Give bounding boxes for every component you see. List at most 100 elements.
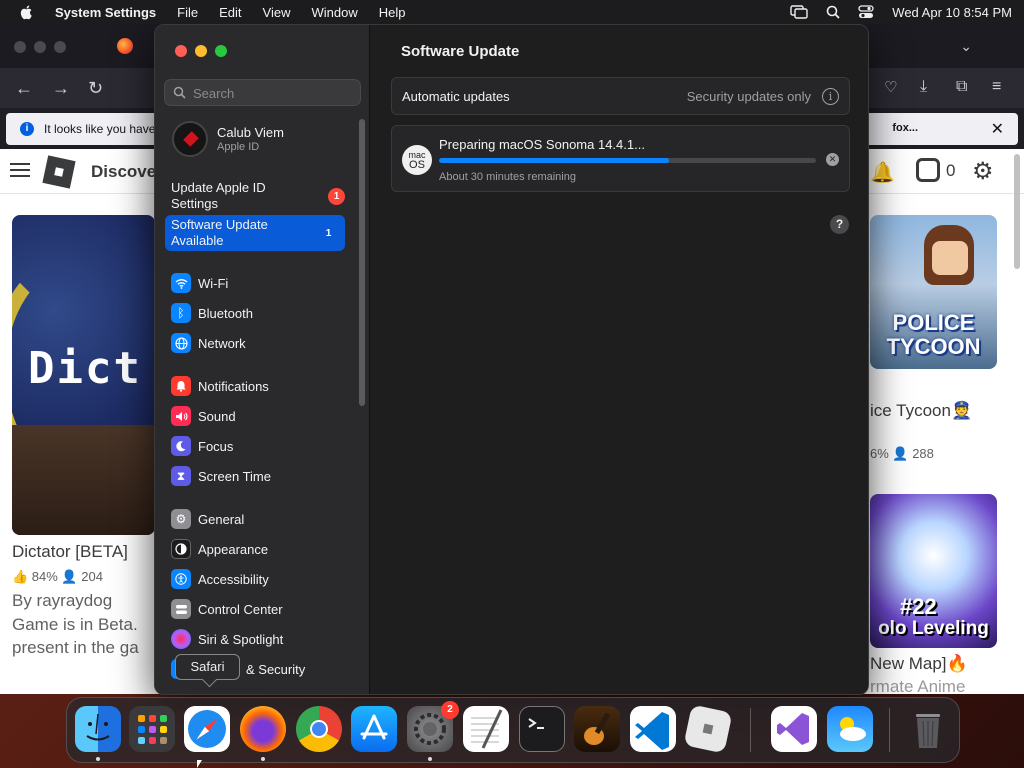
game-thumbnail-solo[interactable]: #22 olo Leveling <box>870 494 997 648</box>
sidebar-item-notifications[interactable]: Notifications <box>171 374 361 398</box>
menu-edit[interactable]: Edit <box>219 5 241 20</box>
apple-menu-icon[interactable] <box>19 4 35 20</box>
dock-tooltip: Safari <box>175 654 240 680</box>
extensions-icon[interactable]: ⧉ <box>956 78 967 96</box>
dock: 2 <box>66 697 960 763</box>
sidebar-item-general[interactable]: ⚙ General <box>171 507 361 531</box>
thumbnail-text: Dict <box>28 343 142 394</box>
sidebar-item-label: Bluetooth <box>198 305 253 321</box>
game-title[interactable]: ice Tycoon👮 <box>870 401 972 421</box>
thumbnail-text: olo Leveling <box>878 618 989 639</box>
page-scrollbar[interactable] <box>1014 154 1020 269</box>
browser-minimize-button[interactable] <box>34 41 46 53</box>
software-update-pane: Software Update Automatic updates Securi… <box>370 25 868 694</box>
downloads-icon[interactable]: ⤓ <box>920 78 927 96</box>
sidebar-item-network[interactable]: Network <box>171 331 361 355</box>
screen-mirroring-icon[interactable] <box>790 5 808 19</box>
firefox-icon[interactable] <box>240 706 286 752</box>
settings-gear-icon[interactable]: ⚙ <box>972 157 994 186</box>
hamburger-menu-icon[interactable] <box>10 163 30 177</box>
menu-clock[interactable]: Wed Apr 10 8:54 PM <box>892 5 1012 20</box>
sidebar-item-sound[interactable]: Sound <box>171 404 361 428</box>
terminal-icon[interactable] <box>519 706 565 752</box>
browser-close-button[interactable] <box>14 41 26 53</box>
trash-icon[interactable] <box>905 706 951 752</box>
game-thumbnail-dictator[interactable]: Dict <box>12 215 155 535</box>
sidebar-item-label: Siri & Spotlight <box>198 631 284 647</box>
macos-icon: mac OS <box>402 145 432 175</box>
nav-discover[interactable]: Discove <box>91 162 156 182</box>
info-icon[interactable]: i <box>822 88 839 105</box>
robux-count[interactable]: 0 <box>946 161 955 181</box>
game-title[interactable]: Dictator [BETA] <box>12 542 128 562</box>
sidebar-item-focus[interactable]: Focus <box>171 434 361 458</box>
window-zoom-button[interactable] <box>215 45 227 57</box>
avatar <box>172 121 208 157</box>
tab-list-chevron-icon[interactable]: ⌄ <box>960 38 972 55</box>
sidebar-item-siri-spotlight[interactable]: Siri & Spotlight <box>171 627 361 651</box>
visual-studio-icon[interactable] <box>771 706 817 752</box>
game-title[interactable]: New Map]🔥 <box>870 654 968 674</box>
sidebar-item-screen-time[interactable]: ⧗ Screen Time <box>171 464 361 488</box>
safari-icon[interactable] <box>184 706 230 752</box>
menu-window[interactable]: Window <box>311 5 357 20</box>
automatic-updates-row[interactable]: Automatic updates Security updates only … <box>391 77 850 115</box>
sidebar-item-accessibility[interactable]: Accessibility <box>171 567 361 591</box>
garageband-icon[interactable] <box>574 706 620 752</box>
sidebar-item-bluetooth[interactable]: ᛒ Bluetooth <box>171 301 361 325</box>
game-stats: 👍 84% 👤 204 <box>12 569 103 584</box>
menu-view[interactable]: View <box>263 5 291 20</box>
weather-icon[interactable] <box>827 706 873 752</box>
window-minimize-button[interactable] <box>195 45 207 57</box>
back-icon[interactable]: ← <box>15 78 33 99</box>
sidebar-item-appearance[interactable]: Appearance <box>171 537 361 561</box>
wifi-icon <box>171 273 191 293</box>
dock-separator <box>750 708 751 752</box>
game-thumbnail-police[interactable]: POLICE TYCOON <box>870 215 997 369</box>
spotlight-search-icon[interactable] <box>826 5 840 19</box>
menu-file[interactable]: File <box>177 5 198 20</box>
update-progress-bar <box>439 158 816 163</box>
pocket-icon[interactable]: ♡ <box>884 78 897 96</box>
robux-icon[interactable] <box>916 158 940 182</box>
notification-bell-icon[interactable]: 🔔 <box>870 160 895 185</box>
menu-app-name[interactable]: System Settings <box>55 5 156 20</box>
sidebar-item-control-center[interactable]: Control Center <box>171 597 361 621</box>
menu-help[interactable]: Help <box>379 5 406 20</box>
sidebar-item-label: Appearance <box>198 541 269 557</box>
textedit-icon[interactable] <box>463 706 509 752</box>
sidebar-scrollbar[interactable] <box>359 119 365 406</box>
update-apple-id-item[interactable]: Update Apple ID Settings 1 <box>165 178 345 214</box>
launchpad-icon[interactable] <box>129 706 175 752</box>
firefox-tab-icon[interactable] <box>117 38 133 54</box>
sidebar-item-wifi[interactable]: Wi-Fi <box>171 271 361 295</box>
cancel-update-icon[interactable]: ✕ <box>826 153 839 166</box>
seats-graphic <box>12 425 155 535</box>
apple-id-account[interactable]: Calub Viem Apple ID <box>170 119 360 159</box>
sidebar-item-label: Wi-Fi <box>198 275 229 291</box>
search-field[interactable] <box>164 79 361 106</box>
browser-zoom-button[interactable] <box>54 41 66 53</box>
roblox-icon[interactable] <box>683 704 733 754</box>
app-store-icon[interactable] <box>351 706 397 752</box>
control-center-icon[interactable] <box>858 5 874 19</box>
chrome-icon[interactable] <box>296 706 342 752</box>
sidebar-item-label: Sound <box>198 408 236 424</box>
vscode-icon[interactable] <box>630 706 676 752</box>
speaker-icon <box>171 406 191 426</box>
update-time-remaining: About 30 minutes remaining <box>439 171 576 183</box>
running-indicator <box>261 757 265 761</box>
update-title: Preparing macOS Sonoma 14.4.1... <box>439 137 645 152</box>
window-close-button[interactable] <box>175 45 187 57</box>
forward-icon[interactable]: → <box>52 78 70 99</box>
roblox-logo-icon[interactable] <box>42 155 76 189</box>
close-icon[interactable]: ✕ <box>991 119 1004 139</box>
software-update-available-item[interactable]: Software Update Available 1 <box>165 215 345 251</box>
help-button[interactable]: ? <box>830 215 849 234</box>
reload-icon[interactable]: ↻ <box>88 78 103 99</box>
menu-icon[interactable]: ≡ <box>992 78 1001 96</box>
notice-action[interactable]: fox... <box>892 122 918 134</box>
moon-icon <box>171 436 191 456</box>
finder-icon[interactable] <box>75 706 121 752</box>
search-input[interactable] <box>193 84 353 102</box>
